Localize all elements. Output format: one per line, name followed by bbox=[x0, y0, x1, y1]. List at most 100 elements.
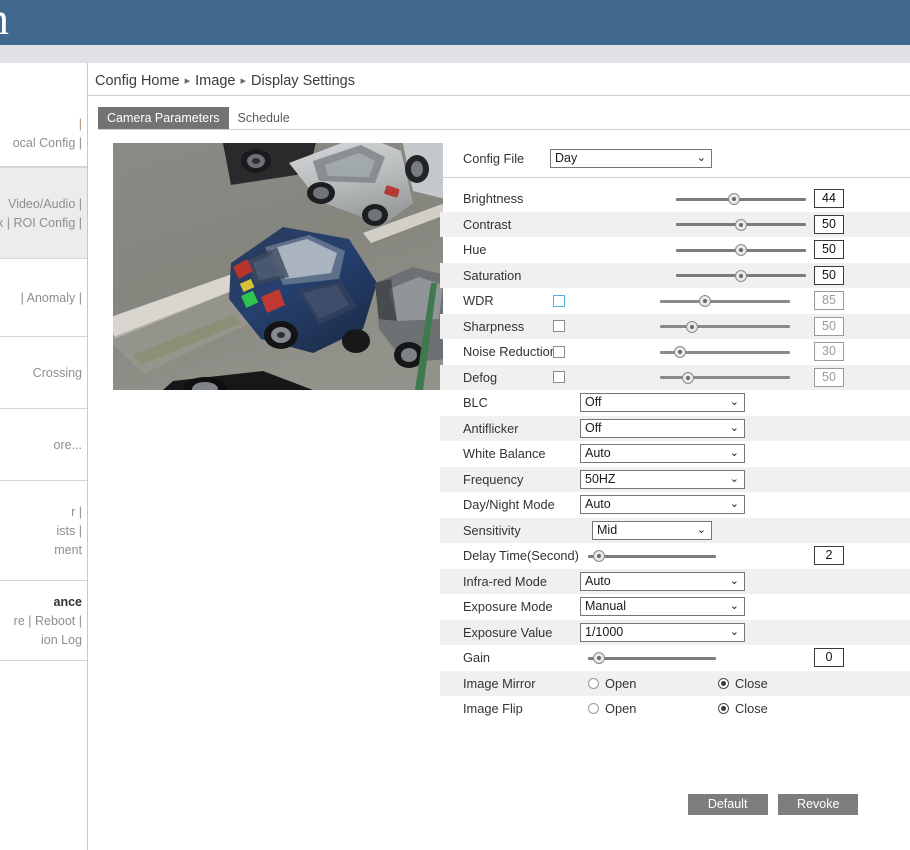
sidebar-link[interactable]: re | Reboot | bbox=[14, 612, 82, 631]
sidebar-group-5[interactable]: r | ists | ment bbox=[0, 481, 87, 581]
slider-thumb[interactable] bbox=[728, 193, 740, 205]
slider-thumb[interactable] bbox=[593, 652, 605, 664]
sidebar-group-links[interactable]: | ocal Config | bbox=[13, 115, 82, 153]
gain-input[interactable]: 0 bbox=[814, 648, 844, 667]
sidebar-group-6[interactable]: ance re | Reboot | ion Log bbox=[0, 581, 87, 661]
radio-option[interactable]: Open bbox=[588, 671, 636, 697]
tab-bar[interactable]: Camera Parameters Schedule bbox=[98, 107, 299, 129]
breadcrumb-item[interactable]: Image bbox=[195, 73, 235, 89]
parameter-select[interactable]: 50HZ ⌄ bbox=[580, 469, 745, 489]
value-input[interactable]: 85 bbox=[814, 291, 844, 310]
enable-checkbox[interactable] bbox=[553, 294, 565, 307]
slider-thumb[interactable] bbox=[686, 320, 698, 333]
select-label: Frequency bbox=[463, 471, 524, 487]
slider-thumb[interactable] bbox=[735, 269, 747, 282]
slider-thumb[interactable] bbox=[682, 371, 694, 384]
value-input[interactable]: 30 bbox=[814, 342, 844, 361]
sidebar-group-links[interactable]: r | ists | ment bbox=[54, 503, 82, 560]
camera-config-page: n |ocal Config | Video/Audio |x | ROI Con… bbox=[0, 0, 910, 850]
breadcrumb-item[interactable]: Config Home bbox=[95, 73, 180, 89]
radio-button-icon[interactable] bbox=[718, 703, 729, 714]
parameter-select[interactable]: Auto ⌄ bbox=[580, 495, 745, 514]
parameter-select[interactable]: Auto ⌄ bbox=[580, 444, 745, 463]
value-slider[interactable] bbox=[660, 288, 790, 314]
slider-thumb[interactable] bbox=[699, 295, 711, 307]
sidebar-group-1[interactable]: Video/Audio | x | ROI Config | bbox=[0, 167, 87, 259]
value-slider[interactable] bbox=[676, 237, 806, 263]
radio-option[interactable]: Close bbox=[718, 696, 768, 722]
camera-preview[interactable] bbox=[113, 143, 443, 390]
sidebar-group-links[interactable]: | Anomaly | bbox=[21, 289, 82, 308]
parameter-select[interactable]: Auto ⌄ bbox=[580, 571, 745, 591]
slider-thumb[interactable] bbox=[674, 346, 686, 358]
sidebar-group-links[interactable]: ance re | Reboot | ion Log bbox=[14, 593, 82, 650]
sidebar-link[interactable]: ists | bbox=[54, 522, 82, 541]
sidebar-link[interactable]: Video/Audio | bbox=[0, 195, 82, 214]
sensitivity-select[interactable]: Mid ⌄ bbox=[592, 520, 712, 540]
value-slider[interactable] bbox=[676, 186, 806, 212]
sidebar-nav[interactable]: | ocal Config | Video/Audio | x | ROI Confi… bbox=[0, 63, 88, 850]
sidebar-group-2[interactable]: | Anomaly | bbox=[0, 259, 87, 337]
sidebar-link[interactable]: x | ROI Config | bbox=[0, 214, 82, 233]
select-row: Frequency 50HZ ⌄ bbox=[440, 466, 910, 492]
enable-checkbox[interactable] bbox=[553, 371, 565, 383]
sidebar-group-links[interactable]: Crossing bbox=[33, 364, 82, 383]
value-input[interactable]: 50 bbox=[814, 367, 844, 387]
delay-time-input[interactable]: 2 bbox=[814, 546, 844, 565]
sidebar-link[interactable]: r | bbox=[54, 503, 82, 522]
radio-button-icon[interactable] bbox=[718, 677, 729, 689]
parameter-select[interactable]: Off ⌄ bbox=[580, 418, 745, 438]
value-input[interactable]: 50 bbox=[814, 265, 844, 285]
breadcrumb[interactable]: Config Home ▸ Image ▸ Display Settings bbox=[95, 73, 355, 89]
value-slider[interactable] bbox=[676, 263, 806, 289]
radio-option[interactable]: Open bbox=[588, 696, 636, 722]
tab-camera-parameters[interactable]: Camera Parameters bbox=[98, 107, 229, 129]
value-slider[interactable] bbox=[676, 212, 806, 238]
sidebar-group-4[interactable]: ore... bbox=[0, 409, 87, 481]
radio-button-icon[interactable] bbox=[588, 677, 599, 689]
delay-time-slider[interactable] bbox=[588, 543, 716, 569]
value-input[interactable]: 44 bbox=[814, 189, 844, 208]
sidebar-link[interactable]: | bbox=[13, 115, 82, 134]
value-input[interactable]: 50 bbox=[814, 316, 844, 336]
sidebar-link[interactable]: ance bbox=[14, 593, 83, 612]
revoke-button[interactable]: Revoke bbox=[778, 794, 859, 815]
parameter-select[interactable]: Off ⌄ bbox=[580, 393, 745, 412]
sidebar-link[interactable]: ocal Config | bbox=[13, 134, 82, 153]
sidebar-group-links[interactable]: ore... bbox=[54, 436, 83, 455]
sidebar-link[interactable]: ion Log bbox=[14, 631, 82, 650]
enable-checkbox[interactable] bbox=[553, 345, 565, 358]
value-input[interactable]: 50 bbox=[814, 240, 844, 259]
tab-schedule[interactable]: Schedule bbox=[229, 107, 299, 129]
slider-thumb[interactable] bbox=[735, 244, 747, 256]
default-button[interactable]: Default bbox=[687, 794, 768, 815]
gain-slider[interactable] bbox=[588, 645, 716, 671]
sidebar-group-0[interactable]: | ocal Config | bbox=[0, 101, 87, 167]
slider-thumb[interactable] bbox=[735, 218, 747, 231]
config-file-select[interactable]: Day ⌄ bbox=[550, 149, 712, 168]
sidebar-link[interactable]: ment bbox=[54, 541, 82, 560]
parameter-select[interactable]: 1/1000 ⌄ bbox=[580, 622, 745, 642]
value-slider[interactable] bbox=[660, 339, 790, 365]
camera-parameters-form[interactable]: Config File Day ⌄ Brightness 44 Contrast 50 Hue… bbox=[440, 141, 910, 722]
select-value: Auto bbox=[585, 446, 611, 460]
sidebar-link[interactable]: | Anomaly | bbox=[21, 289, 82, 308]
breadcrumb-item[interactable]: Display Settings bbox=[251, 73, 355, 89]
enable-checkbox[interactable] bbox=[553, 320, 565, 332]
value-input[interactable]: 50 bbox=[814, 214, 844, 234]
radio-button-icon[interactable] bbox=[588, 703, 599, 714]
value-slider[interactable] bbox=[660, 314, 790, 340]
chevron-down-icon: ⌄ bbox=[696, 523, 706, 536]
parameter-select[interactable]: Manual ⌄ bbox=[580, 597, 745, 616]
radio-option[interactable]: Close bbox=[718, 671, 768, 697]
value-slider[interactable] bbox=[660, 365, 790, 391]
sidebar-link[interactable]: ore... bbox=[54, 436, 83, 455]
slider-thumb[interactable] bbox=[593, 550, 605, 562]
select-value: Mid bbox=[597, 522, 618, 537]
sidebar-link[interactable]: Crossing bbox=[33, 364, 82, 383]
sidebar-group-links[interactable]: Video/Audio | x | ROI Config | bbox=[0, 195, 82, 233]
slider-track bbox=[660, 376, 790, 379]
sidebar-group-3[interactable]: Crossing bbox=[0, 337, 87, 409]
radio-option-label: Close bbox=[735, 675, 768, 691]
slider-track bbox=[588, 554, 716, 558]
